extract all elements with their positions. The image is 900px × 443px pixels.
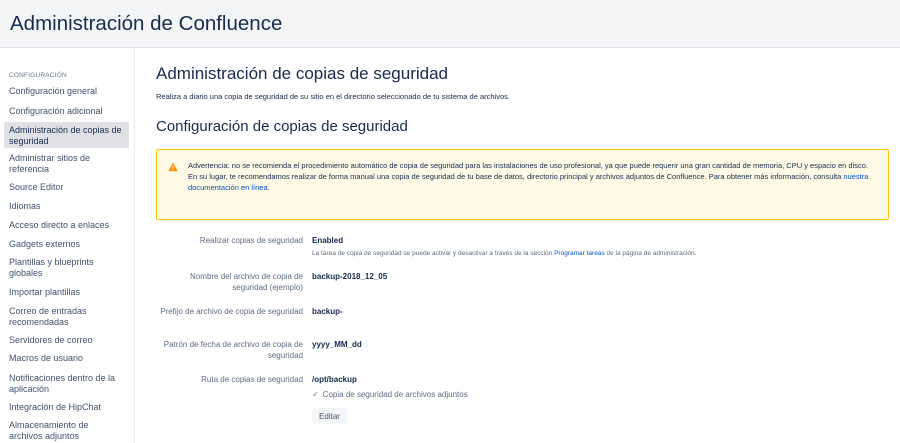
warning-line-2-end: . [267,183,270,192]
backup-path-value: /opt/backup [312,375,357,384]
warning-message: Advertencia: no se recomienda el procedi… [156,149,889,220]
backup-enabled-value: Enabled [312,236,344,245]
backup-schedule-note: La tarea de copia de seguridad se puede … [312,250,696,257]
header-title: Administración de Confluence [10,12,283,35]
sidebar: CONFIGURACIÓN Configuración general Conf… [0,48,135,443]
sidebar-item-import-templates[interactable]: Importar plantillas [4,287,129,298]
sidebar-item-user-macros[interactable]: Macros de usuario [4,353,129,364]
sidebar-item-recommended-email[interactable]: Correo de entradas recomendadas [4,306,129,327]
backup-note-text: La tarea de copia de seguridad se puede … [312,250,555,257]
file-name-label: Nombre del archivo de copia de seguridad… [190,272,303,292]
file-prefix-label: Prefijo de archivo de copia de seguridad [160,307,303,316]
edit-button[interactable]: Editar [312,408,347,424]
page-header: Administración de Confluence [0,0,900,48]
attachments-checkbox: ✔ Copia de seguridad de archivos adjuntos [312,390,468,399]
page-title: Administración de copias de seguridad [156,64,449,83]
sidebar-item-external-gadgets[interactable]: Gadgets externos [4,239,129,250]
sidebar-item-shortcut-links[interactable]: Acceso directo a enlaces [4,220,129,231]
sidebar-item-backup-admin[interactable]: Administración de copias de seguridad [4,122,129,148]
warning-line-1: Advertencia: no se recomienda el procedi… [188,161,868,170]
warning-text: Advertencia: no se recomienda el procedi… [188,160,878,193]
warning-line-2-text: En su lugar, te recomendamos realizar de… [188,172,844,181]
backup-note-end: de la página de administración. [604,250,697,257]
warning-icon [168,162,178,172]
file-name-value: backup-2018_12_05 [312,272,388,281]
section-title: Configuración de copias de seguridad [156,118,408,135]
main-content: Administración de copias de seguridad Re… [156,48,890,443]
sidebar-item-referrer-sites[interactable]: Administrar sitios de referencia [4,153,129,174]
date-pattern-value: yyyy_MM_dd [312,340,362,349]
sidebar-item-mail-servers[interactable]: Servidores de correo [4,335,129,346]
sidebar-item-configuracion-adicional[interactable]: Configuración adicional [4,106,129,117]
sidebar-item-source-editor[interactable]: Source Editor [4,182,129,193]
warning-line-2: En su lugar, te recomendamos realizar de… [188,171,878,193]
backup-path-label: Ruta de copias de seguridad [201,375,303,384]
sidebar-item-hipchat[interactable]: Integración de HipChat [4,402,129,413]
sidebar-item-in-app-notifications[interactable]: Notificaciones dentro de la aplicación [4,373,129,394]
page-description: Realiza a diario una copia de seguridad … [156,92,510,101]
check-icon: ✔ [312,390,319,399]
backup-enabled-label: Realizar copias de seguridad [199,236,303,245]
sidebar-item-idiomas[interactable]: Idiomas [4,201,129,212]
scheduled-jobs-link[interactable]: Programar tareas [554,250,605,257]
sidebar-heading: CONFIGURACIÓN [9,72,67,79]
file-prefix-value: backup- [312,307,343,316]
attachments-checkbox-label: Copia de seguridad de archivos adjuntos [322,390,468,399]
sidebar-item-configuracion-general[interactable]: Configuración general [4,86,129,97]
sidebar-item-attachment-storage[interactable]: Almacenamiento de archivos adjuntos [4,420,129,441]
sidebar-item-global-templates[interactable]: Plantillas y blueprints globales [4,257,129,278]
date-pattern-label: Patrón de fecha de archivo de copia de s… [163,340,303,360]
